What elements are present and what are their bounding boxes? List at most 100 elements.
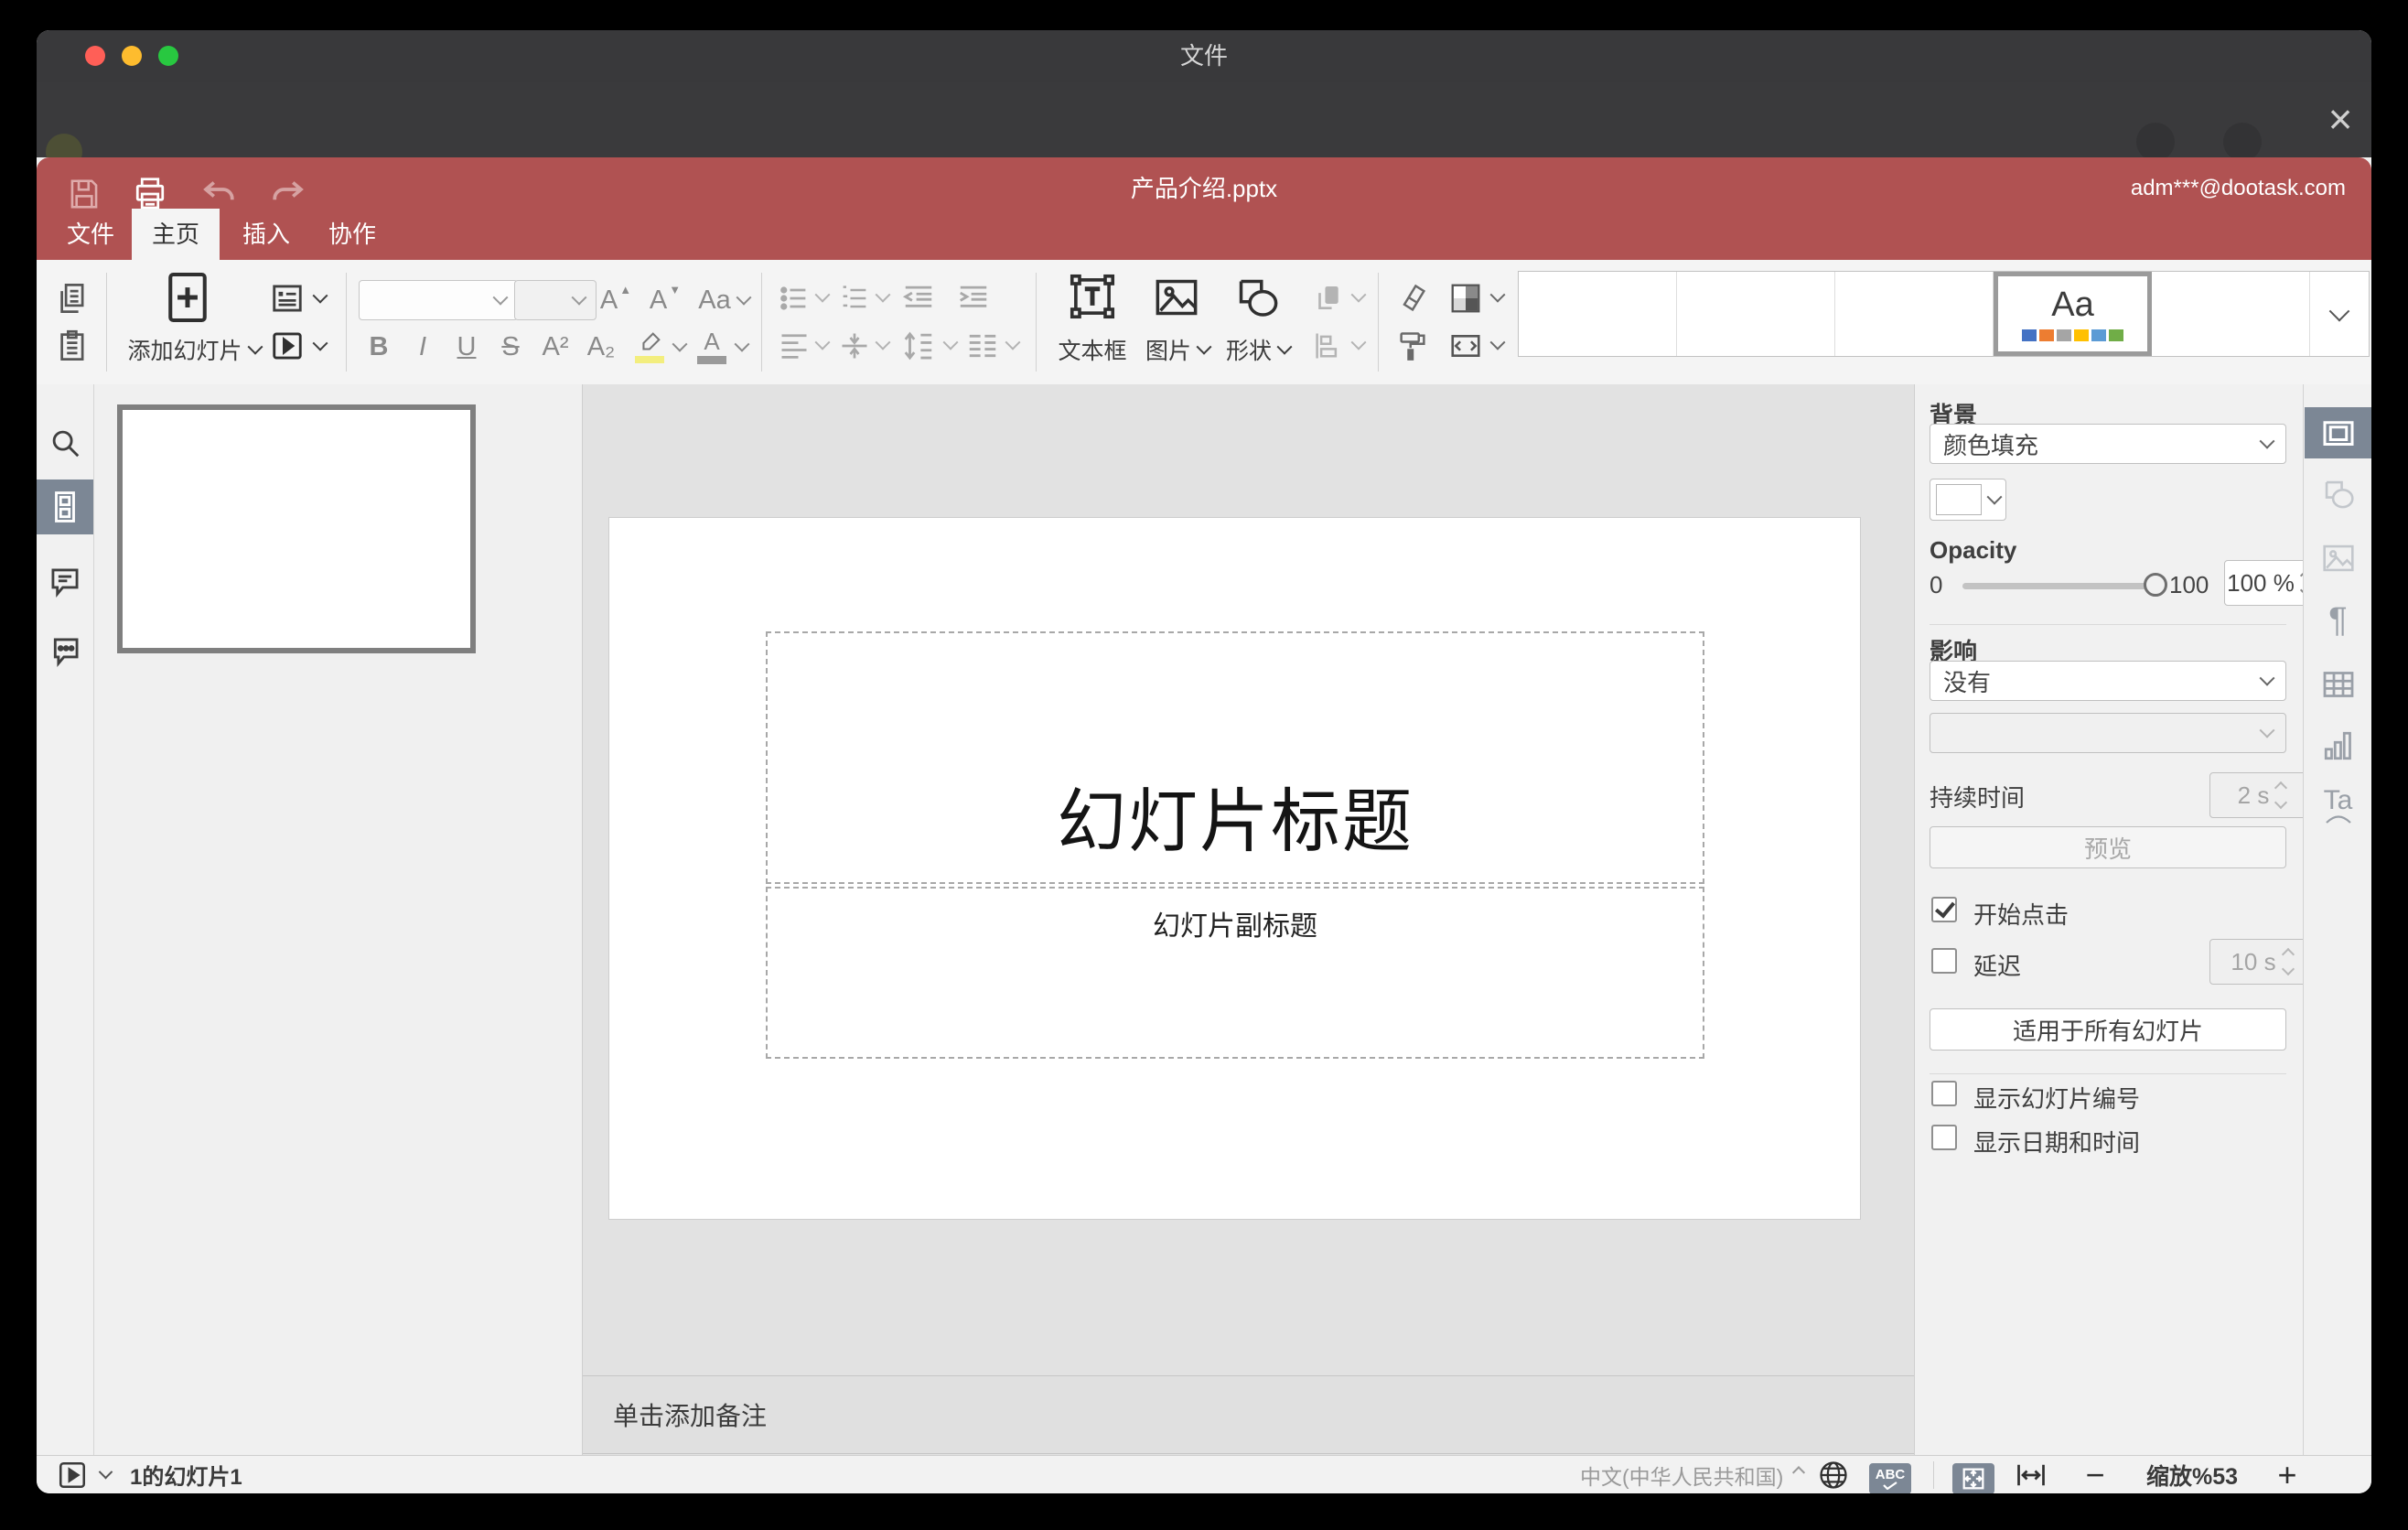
increase-indent-button[interactable] xyxy=(951,278,995,318)
theme-option[interactable] xyxy=(1519,272,1677,356)
theme-option[interactable] xyxy=(1835,272,1994,356)
numbering-dropdown[interactable] xyxy=(875,286,891,306)
subscript-button[interactable]: A₂ xyxy=(580,328,622,366)
add-slide-button[interactable] xyxy=(146,267,229,328)
bullets-dropdown[interactable] xyxy=(814,286,831,306)
start-on-click-checkbox[interactable] xyxy=(1931,897,1957,922)
spinner-arrows-icon[interactable] xyxy=(2274,781,2288,810)
show-date-checkbox[interactable] xyxy=(1931,1125,1957,1150)
decrement-font-button[interactable]: A ▼ xyxy=(642,280,688,320)
line-spacing-button[interactable] xyxy=(897,326,941,366)
horizontal-align-button[interactable] xyxy=(774,326,814,366)
highlight-color-button[interactable] xyxy=(629,328,670,366)
set-language-button[interactable] xyxy=(1817,1456,1850,1493)
columns-dropdown[interactable] xyxy=(1005,334,1021,353)
spellcheck-button[interactable]: ABC xyxy=(1869,1460,1911,1493)
effect-type-select[interactable] xyxy=(1930,713,2286,753)
tab-insert[interactable]: 插入 xyxy=(225,209,307,260)
slide-size-button[interactable] xyxy=(1446,326,1486,366)
delay-spinner[interactable]: 10 s xyxy=(2209,939,2314,985)
arrange-shape-button[interactable] xyxy=(1308,278,1349,318)
vertical-align-dropdown[interactable] xyxy=(875,334,891,353)
shape-settings-tab[interactable] xyxy=(2305,469,2371,520)
numbering-button[interactable] xyxy=(834,278,875,318)
zoom-level[interactable]: 缩放%53 xyxy=(2137,1456,2247,1493)
paragraph-settings-tab[interactable]: ¶ xyxy=(2305,595,2371,646)
chat-panel-button[interactable] xyxy=(37,624,93,679)
comments-panel-button[interactable] xyxy=(37,555,93,609)
subtitle-placeholder[interactable]: 幻灯片副标题 xyxy=(766,887,1704,1059)
increment-font-button[interactable]: A ▲ xyxy=(593,280,639,320)
change-case-button[interactable]: Aa xyxy=(692,280,756,320)
underline-button[interactable]: U xyxy=(446,328,487,366)
zoom-in-button[interactable]: + xyxy=(2267,1456,2307,1493)
opacity-slider-knob[interactable] xyxy=(2144,573,2167,597)
close-icon[interactable]: × xyxy=(2313,90,2368,148)
insert-shape-label[interactable]: 形状 xyxy=(1219,331,1297,368)
chart-settings-tab[interactable] xyxy=(2305,720,2371,771)
slide[interactable]: 幻灯片标题 幻灯片副标题 xyxy=(609,518,1860,1219)
apply-to-all-slides-button[interactable]: 适用于所有幻灯片 xyxy=(1930,1008,2286,1051)
slide-size-dropdown[interactable] xyxy=(1489,334,1506,353)
notes-area[interactable]: 单击添加备注 xyxy=(583,1375,1914,1454)
fit-width-button[interactable] xyxy=(2015,1456,2048,1493)
background-fill-select[interactable]: 颜色填充 xyxy=(1930,424,2286,464)
start-slideshow-button[interactable] xyxy=(267,326,307,366)
align-shapes-dropdown[interactable] xyxy=(1350,334,1367,353)
align-shape-button[interactable] xyxy=(1308,326,1349,366)
account-email[interactable]: adm***@dootask.com xyxy=(2131,176,2346,201)
arrange-dropdown[interactable] xyxy=(1350,286,1367,306)
insert-image-label[interactable]: 图片 xyxy=(1138,331,1217,368)
effect-select[interactable]: 没有 xyxy=(1930,661,2286,701)
horizontal-align-dropdown[interactable] xyxy=(814,334,831,353)
slide-layout-button[interactable] xyxy=(267,278,307,318)
copy-button[interactable] xyxy=(53,278,93,318)
bullets-button[interactable] xyxy=(774,278,814,318)
preview-button[interactable]: 预览 xyxy=(1930,826,2286,868)
fit-slide-button[interactable] xyxy=(1952,1460,1994,1493)
clear-style-button[interactable] xyxy=(1392,278,1433,318)
slideshow-dropdown[interactable] xyxy=(311,335,329,355)
add-slide-label[interactable]: 添加幻灯片 xyxy=(121,331,267,368)
start-slideshow-status-button[interactable] xyxy=(57,1456,113,1493)
title-placeholder[interactable]: 幻灯片标题 xyxy=(766,631,1704,884)
theme-gallery-expand[interactable] xyxy=(2310,272,2369,356)
insert-textbox-button[interactable] xyxy=(1054,265,1131,328)
language-selector[interactable]: 中文(中华人民共和国) xyxy=(1580,1456,1806,1493)
theme-option[interactable] xyxy=(1677,272,1835,356)
line-spacing-dropdown[interactable] xyxy=(942,334,959,353)
theme-option-selected[interactable]: Aa xyxy=(1994,272,2152,356)
insert-shape-button[interactable] xyxy=(1219,267,1295,328)
slide-settings-tab[interactable] xyxy=(2305,407,2371,458)
show-slide-number-checkbox[interactable] xyxy=(1931,1081,1957,1106)
insert-image-button[interactable] xyxy=(1138,267,1215,328)
tab-home[interactable]: 主页 xyxy=(132,209,220,260)
font-size-select[interactable] xyxy=(514,280,597,320)
font-color-dropdown[interactable] xyxy=(734,336,750,355)
slide-thumbnail[interactable] xyxy=(117,404,476,653)
columns-button[interactable] xyxy=(961,326,1005,366)
strikeout-button[interactable]: S xyxy=(490,328,531,366)
copy-style-button[interactable] xyxy=(1392,326,1433,366)
delay-checkbox[interactable] xyxy=(1931,948,1957,974)
bold-button[interactable]: B xyxy=(359,328,399,366)
background-color-picker[interactable] xyxy=(1930,479,2006,521)
image-settings-tab[interactable] xyxy=(2305,533,2371,584)
insert-textbox-label[interactable]: 文本框 xyxy=(1047,331,1138,368)
document-title[interactable]: 产品介绍.pptx xyxy=(37,170,2371,204)
font-name-select[interactable] xyxy=(359,280,518,320)
highlight-dropdown[interactable] xyxy=(672,336,688,355)
slides-panel-button[interactable] xyxy=(37,479,93,534)
tab-collaboration[interactable]: 协作 xyxy=(311,209,393,260)
tab-file[interactable]: 文件 xyxy=(49,209,132,260)
vertical-align-button[interactable] xyxy=(834,326,875,366)
font-color-button[interactable]: A xyxy=(692,328,732,366)
zoom-out-button[interactable]: − xyxy=(2075,1456,2115,1493)
paste-button[interactable] xyxy=(53,326,93,366)
fill-color-button[interactable] xyxy=(1446,278,1486,318)
search-panel-button[interactable] xyxy=(37,415,93,470)
superscript-button[interactable]: A² xyxy=(534,328,576,366)
duration-spinner[interactable]: 2 s xyxy=(2209,772,2314,818)
opacity-slider-track[interactable] xyxy=(1962,583,2156,589)
italic-button[interactable]: I xyxy=(403,328,443,366)
